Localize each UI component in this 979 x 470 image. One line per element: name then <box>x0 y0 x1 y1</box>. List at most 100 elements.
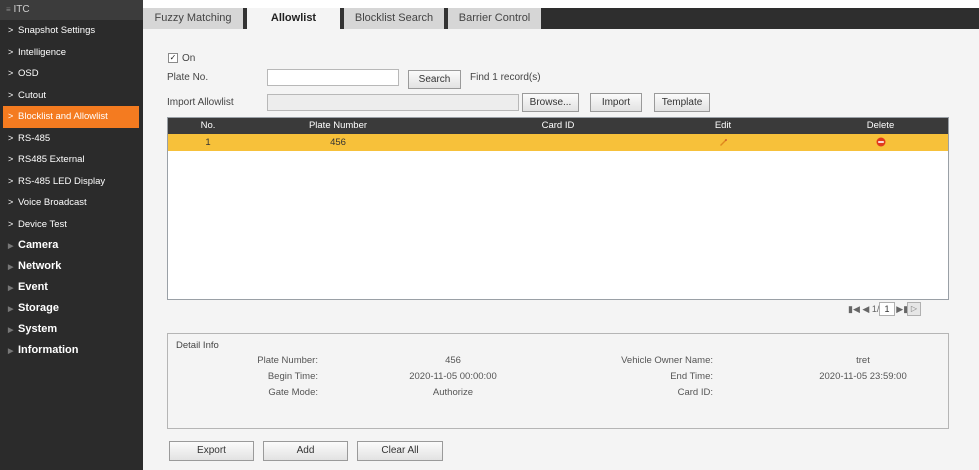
end-time-label: End Time: <box>670 371 713 382</box>
tab-barrier-control[interactable]: Barrier Control <box>448 8 541 29</box>
sidebar-item-label: RS-485 LED Display <box>18 175 106 187</box>
chevron-right-icon: > <box>8 68 14 78</box>
sidebar-item-label: RS-485 <box>18 132 51 144</box>
column-header-delete[interactable]: Delete <box>813 118 948 134</box>
sidebar-item-label: RS485 External <box>18 154 85 165</box>
plate-number-label: Plate Number: <box>257 355 318 366</box>
prev-page-icon[interactable]: ◀ <box>862 304 869 314</box>
search-button[interactable]: Search <box>408 70 461 89</box>
first-page-icon[interactable]: ▮◀ <box>848 304 860 314</box>
chevron-right-icon: > <box>8 111 14 121</box>
sidebar-item-rs485-external[interactable]: > RS485 External <box>0 149 143 171</box>
sidebar-item-rs-485-led-display[interactable]: > RS-485 LED Display <box>0 171 143 193</box>
pencil-icon[interactable] <box>633 134 813 151</box>
sidebar-item-osd[interactable]: > OSD <box>0 63 143 85</box>
vehicle-owner-value: tret <box>856 355 870 366</box>
sidebar-item-label: OSD <box>18 68 39 79</box>
chevron-right-icon: > <box>8 175 14 186</box>
column-header-no[interactable]: No. <box>168 118 248 134</box>
triangle-right-icon: ▶ <box>8 264 14 271</box>
export-button[interactable]: Export <box>169 441 254 461</box>
tab-allowlist[interactable]: Allowlist <box>247 8 344 29</box>
sidebar-item-label: Network <box>18 260 62 272</box>
sidebar-item-network[interactable]: ▶ Network <box>0 256 143 277</box>
sidebar-item-label: Device Test <box>18 218 67 230</box>
sidebar-item-event[interactable]: ▶ Event <box>0 277 143 298</box>
tab-blocklist-search[interactable]: Blocklist Search <box>344 8 448 29</box>
chevron-right-icon: > <box>8 89 14 100</box>
plate-number-value: 456 <box>445 355 461 366</box>
page-number-input[interactable]: 1 <box>879 302 895 316</box>
chevron-right-icon: > <box>8 154 14 164</box>
sidebar-item-system[interactable]: ▶ System <box>0 319 143 340</box>
plate-no-label: Plate No. <box>167 72 209 83</box>
plate-no-input[interactable] <box>267 69 399 86</box>
sidebar-item-label: Intelligence <box>18 46 67 58</box>
detail-info-panel: Detail Info Plate Number: 456 Vehicle Ow… <box>167 333 949 429</box>
add-button[interactable]: Add <box>263 441 348 461</box>
sidebar-item-label: Camera <box>18 239 59 251</box>
tab-bar: Fuzzy Matching Allowlist Blocklist Searc… <box>143 0 979 29</box>
import-path-input[interactable] <box>267 94 519 111</box>
sidebar-item-snapshot-settings[interactable]: > Snapshot Settings <box>0 20 143 42</box>
cell-plate-number: 456 <box>330 137 346 148</box>
sidebar: ≡ ITC > Snapshot Settings > Intelligence >… <box>0 0 143 470</box>
tab-fuzzy-matching[interactable]: Fuzzy Matching <box>143 8 247 29</box>
end-time-value: 2020-11-05 23:59:00 <box>819 371 907 382</box>
chevron-right-icon: > <box>8 25 14 35</box>
table-header: No. Plate Number Card ID Edit Delete <box>168 118 948 134</box>
sidebar-header-itc[interactable]: ≡ ITC <box>0 0 143 20</box>
sidebar-item-label: Cutout <box>18 89 46 101</box>
triangle-right-icon: ▶ <box>8 285 14 292</box>
chevron-right-icon: > <box>8 218 14 229</box>
sidebar-item-label: Storage <box>18 302 59 314</box>
sidebar-header-label: ITC <box>13 4 30 15</box>
sidebar-item-camera[interactable]: ▶ Camera <box>0 235 143 256</box>
sidebar-item-label: Event <box>18 281 48 293</box>
find-records-text: Find 1 record(s) <box>470 72 541 83</box>
on-checkbox[interactable]: ✓ <box>168 53 178 63</box>
gate-mode-label: Gate Mode: <box>268 387 318 398</box>
sidebar-item-voice-broadcast[interactable]: > Voice Broadcast <box>0 192 143 214</box>
sidebar-item-device-test[interactable]: > Device Test <box>0 214 143 236</box>
on-label: On <box>182 53 196 64</box>
delete-circle-icon[interactable] <box>813 134 948 151</box>
sidebar-item-label: Snapshot Settings <box>18 25 96 36</box>
begin-time-value: 2020-11-05 00:00:00 <box>409 371 497 382</box>
template-button[interactable]: Template <box>654 93 710 112</box>
import-button[interactable]: Import <box>590 93 642 112</box>
triangle-right-icon: ▶ <box>8 348 14 355</box>
sidebar-item-label: Blocklist and Allowlist <box>18 111 108 122</box>
chevron-right-icon: > <box>8 46 14 57</box>
sidebar-item-blocklist-and-allowlist[interactable]: > Blocklist and Allowlist <box>3 106 139 128</box>
triangle-right-icon: ▶ <box>8 243 14 250</box>
begin-time-label: Begin Time: <box>267 371 318 382</box>
column-header-plate-number[interactable]: Plate Number <box>248 118 428 134</box>
allowlist-table: No. Plate Number Card ID Edit Delete 1 4… <box>167 117 949 300</box>
chevron-right-icon: > <box>8 132 14 143</box>
sidebar-item-information[interactable]: ▶ Information <box>0 340 143 361</box>
triangle-right-icon: ▶ <box>8 306 14 313</box>
sidebar-item-label: Voice Broadcast <box>18 197 87 208</box>
main-panel: Fuzzy Matching Allowlist Blocklist Searc… <box>143 0 979 470</box>
sidebar-item-storage[interactable]: ▶ Storage <box>0 298 143 319</box>
tab-bar-fill <box>541 8 979 29</box>
table-row[interactable]: 1 456 <box>168 134 948 151</box>
vehicle-owner-label: Vehicle Owner Name: <box>621 355 713 366</box>
triangle-right-icon: ▶ <box>8 327 14 334</box>
gate-mode-value: Authorize <box>432 387 474 398</box>
chevron-right-icon: > <box>8 197 14 207</box>
sidebar-item-cutout[interactable]: > Cutout <box>0 85 143 107</box>
sidebar-item-intelligence[interactable]: > Intelligence <box>0 42 143 64</box>
sidebar-item-label: System <box>18 323 58 335</box>
browse-button[interactable]: Browse... <box>522 93 579 112</box>
expand-lines-icon: ≡ <box>6 5 11 14</box>
column-header-edit[interactable]: Edit <box>633 118 813 134</box>
sidebar-item-rs-485[interactable]: > RS-485 <box>0 128 143 150</box>
sidebar-item-label: Information <box>18 344 79 356</box>
go-page-icon[interactable]: ▷ <box>907 302 921 316</box>
cell-no: 1 <box>205 137 211 148</box>
clear-all-button[interactable]: Clear All <box>357 441 443 461</box>
card-id-label: Card ID: <box>677 387 713 398</box>
import-allowlist-label: Import Allowlist <box>167 97 234 108</box>
